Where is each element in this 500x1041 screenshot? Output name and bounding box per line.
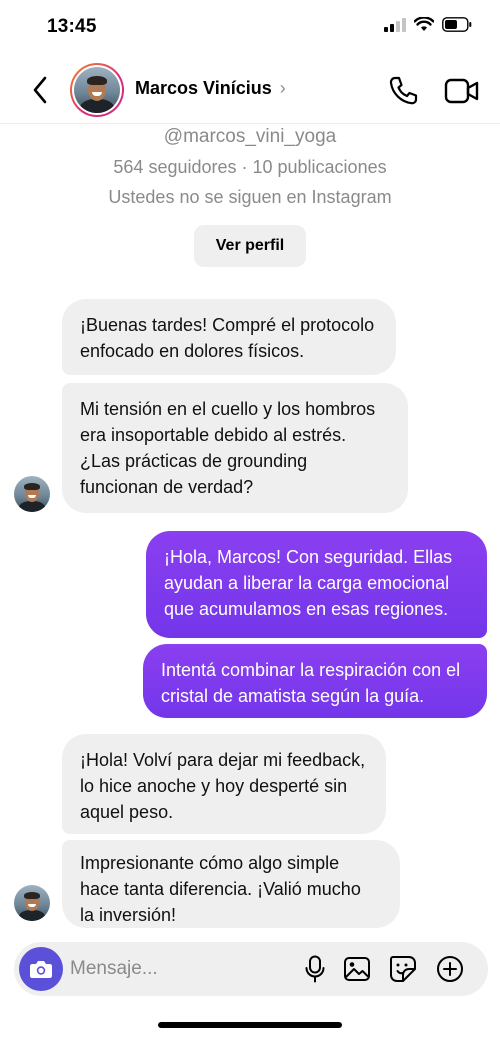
chat-header: Marcos Vinícius › xyxy=(0,56,500,124)
battery-icon xyxy=(442,17,472,32)
message-bubble[interactable]: ¡Buenas tardes! Compré el protocolo enfo… xyxy=(62,299,396,375)
message-line: ¡Hola, Marcos! Con seguridad. Ellas xyxy=(164,547,453,567)
message-line: ayudan a liberar la carga emocional xyxy=(164,573,450,593)
message-line: hace tanta diferencia. ¡Valió mucho xyxy=(80,879,361,899)
message-line: cristal de amatista según la guía. xyxy=(161,686,425,706)
video-camera-icon xyxy=(444,78,479,104)
message-composer xyxy=(14,942,488,996)
contact-name-link[interactable]: Marcos Vinícius › xyxy=(135,78,286,99)
more-options-button[interactable] xyxy=(435,954,465,984)
message-bubble[interactable]: ¡Hola! Volví para dejar mi feedback, lo … xyxy=(62,734,386,834)
message-line: ¡Buenas tardes! Compré el protocolo xyxy=(80,315,375,335)
message-bubble[interactable]: ¡Hola, Marcos! Con seguridad. Ellas ayud… xyxy=(146,531,487,638)
sticker-button[interactable] xyxy=(388,954,418,984)
status-bar: 13:45 xyxy=(0,0,500,56)
sender-avatar[interactable] xyxy=(14,476,50,512)
profile-stats: 564 seguidores · 10 publicaciones xyxy=(113,157,387,177)
follow-status-note: Ustedes no se siguen en Instagram xyxy=(108,187,392,207)
message-line: Impresionante cómo algo simple xyxy=(80,853,340,873)
profile-handle: @marcos_vini_yoga xyxy=(163,126,337,147)
view-profile-button[interactable]: Ver perfil xyxy=(194,225,306,267)
message-bubble[interactable]: Intentá combinar la respiración con el c… xyxy=(143,644,487,718)
phone-icon xyxy=(389,76,418,105)
wifi-icon xyxy=(414,17,434,31)
contact-name: Marcos Vinícius xyxy=(135,78,272,98)
plus-circle-icon xyxy=(437,956,463,982)
home-indicator xyxy=(158,1022,342,1028)
camera-button[interactable] xyxy=(19,947,63,991)
status-icons xyxy=(384,17,472,32)
avatar xyxy=(74,67,120,113)
microphone-icon xyxy=(305,955,325,983)
message-input[interactable] xyxy=(70,942,290,996)
chevron-left-icon xyxy=(33,76,47,104)
message-line: Intentá combinar la respiración con el xyxy=(161,660,461,680)
message-line: que acumulamos en esas regiones. xyxy=(164,599,449,619)
chevron-right-icon: › xyxy=(279,78,286,98)
message-line: enfocado en dolores físicos. xyxy=(80,341,305,361)
message-bubble[interactable]: Impresionante cómo algo simple hace tant… xyxy=(62,840,400,928)
message-line: ¿Las prácticas de grounding xyxy=(80,451,308,471)
gallery-button[interactable] xyxy=(342,954,372,984)
profile-summary: @marcos_vini_yoga 564 seguidores · 10 pu… xyxy=(0,124,500,208)
message-line: Mi tensión en el cuello y los hombros xyxy=(80,399,376,419)
sender-avatar[interactable] xyxy=(14,885,50,921)
sticker-icon xyxy=(390,956,416,982)
status-time: 13:45 xyxy=(47,16,97,37)
message-line: funcionan de verdad? xyxy=(80,477,254,497)
message-line: la inversión! xyxy=(80,905,177,925)
voice-message-button[interactable] xyxy=(300,954,330,984)
call-button[interactable] xyxy=(386,74,420,108)
message-line: ¡Hola! Volví para dejar mi feedback, xyxy=(80,750,366,770)
contact-avatar[interactable] xyxy=(70,63,124,117)
message-line: lo hice anoche y hoy desperté sin xyxy=(80,776,348,796)
back-button[interactable] xyxy=(26,74,54,106)
image-icon xyxy=(344,957,370,981)
signal-icon xyxy=(384,17,406,32)
message-line: era insoportable debido al estrés. xyxy=(80,425,347,445)
message-bubble[interactable]: Mi tensión en el cuello y los hombros er… xyxy=(62,383,408,513)
camera-icon xyxy=(30,961,52,978)
message-line: aquel peso. xyxy=(80,802,174,822)
video-call-button[interactable] xyxy=(444,74,480,108)
